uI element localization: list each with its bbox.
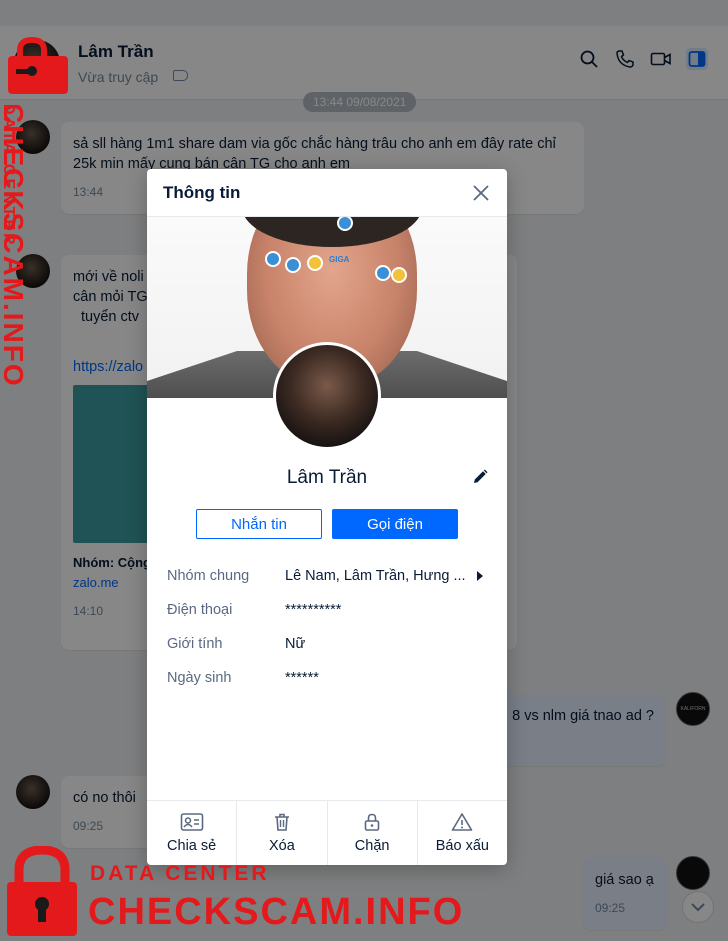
info-row-birthday: Ngày sinh ****** [167,661,487,695]
watermark-vertical-text: DATA CENTER CHECKSCAM.INFO [4,105,29,388]
info-row-phone: Điện thoại ********** [167,593,487,627]
action-label: Chia sẻ [167,838,217,854]
info-value: ****** [285,670,319,686]
report-button[interactable]: Báo xấu [418,801,507,865]
call-button[interactable]: Gọi điện [332,509,458,539]
sticker-icon [307,255,323,271]
sticker-icon [391,267,407,283]
sticker-text: GIGA [329,255,350,264]
share-contact-button[interactable]: Chia sẻ [147,801,238,865]
action-label: Xóa [268,838,295,854]
watermark-big-text: CHECKSCAM.INFO [88,891,465,933]
action-label: Báo xấu [435,838,489,854]
watermark-lock-icon [8,36,68,94]
modal-title: Thông tin [163,183,241,202]
block-button[interactable]: Chặn [328,801,418,865]
info-value: ********** [285,602,342,618]
sticker-icon [265,251,281,267]
modal-header: Thông tin [147,169,507,217]
info-row-common-groups[interactable]: Nhóm chung Lê Nam, Lâm Trần, Hưng ... [167,559,487,593]
watermark-lock-icon [7,846,77,936]
close-icon[interactable] [469,181,493,205]
warning-icon [452,813,473,831]
info-label: Ngày sinh [167,670,232,686]
trash-icon [274,813,289,831]
info-label: Nhóm chung [167,568,250,584]
send-message-button[interactable]: Nhắn tin [196,509,322,539]
profile-info-modal: Thông tin GIGA Lâm Trần Nhắn tin Gọi điệ… [147,169,507,865]
info-label: Điện thoại [167,602,233,618]
action-label: Chặn [354,838,390,854]
delete-button[interactable]: Xóa [237,801,328,865]
profile-info-list: Nhóm chung Lê Nam, Lâm Trần, Hưng ... Đi… [167,559,487,695]
watermark-big-text: CHECKSCAM.INFO [4,105,29,388]
profile-name: Lâm Trần [286,467,368,488]
lock-icon [364,813,380,831]
info-value: Lê Nam, Lâm Trần, Hưng ... [285,568,466,584]
info-row-gender: Giới tính Nữ [167,627,487,661]
sticker-icon [285,257,301,273]
profile-avatar[interactable] [273,342,381,450]
info-value: Nữ [285,636,306,652]
watermark-small-text: DATA CENTER [90,862,270,885]
info-label: Giới tính [167,636,223,652]
profile-actions: Chia sẻ Xóa Chặn Báo xấu [147,800,507,865]
contact-card-icon [180,813,203,831]
arrow-right-icon[interactable] [477,571,487,581]
sticker-icon [375,265,391,281]
edit-pencil-icon[interactable] [471,468,491,488]
